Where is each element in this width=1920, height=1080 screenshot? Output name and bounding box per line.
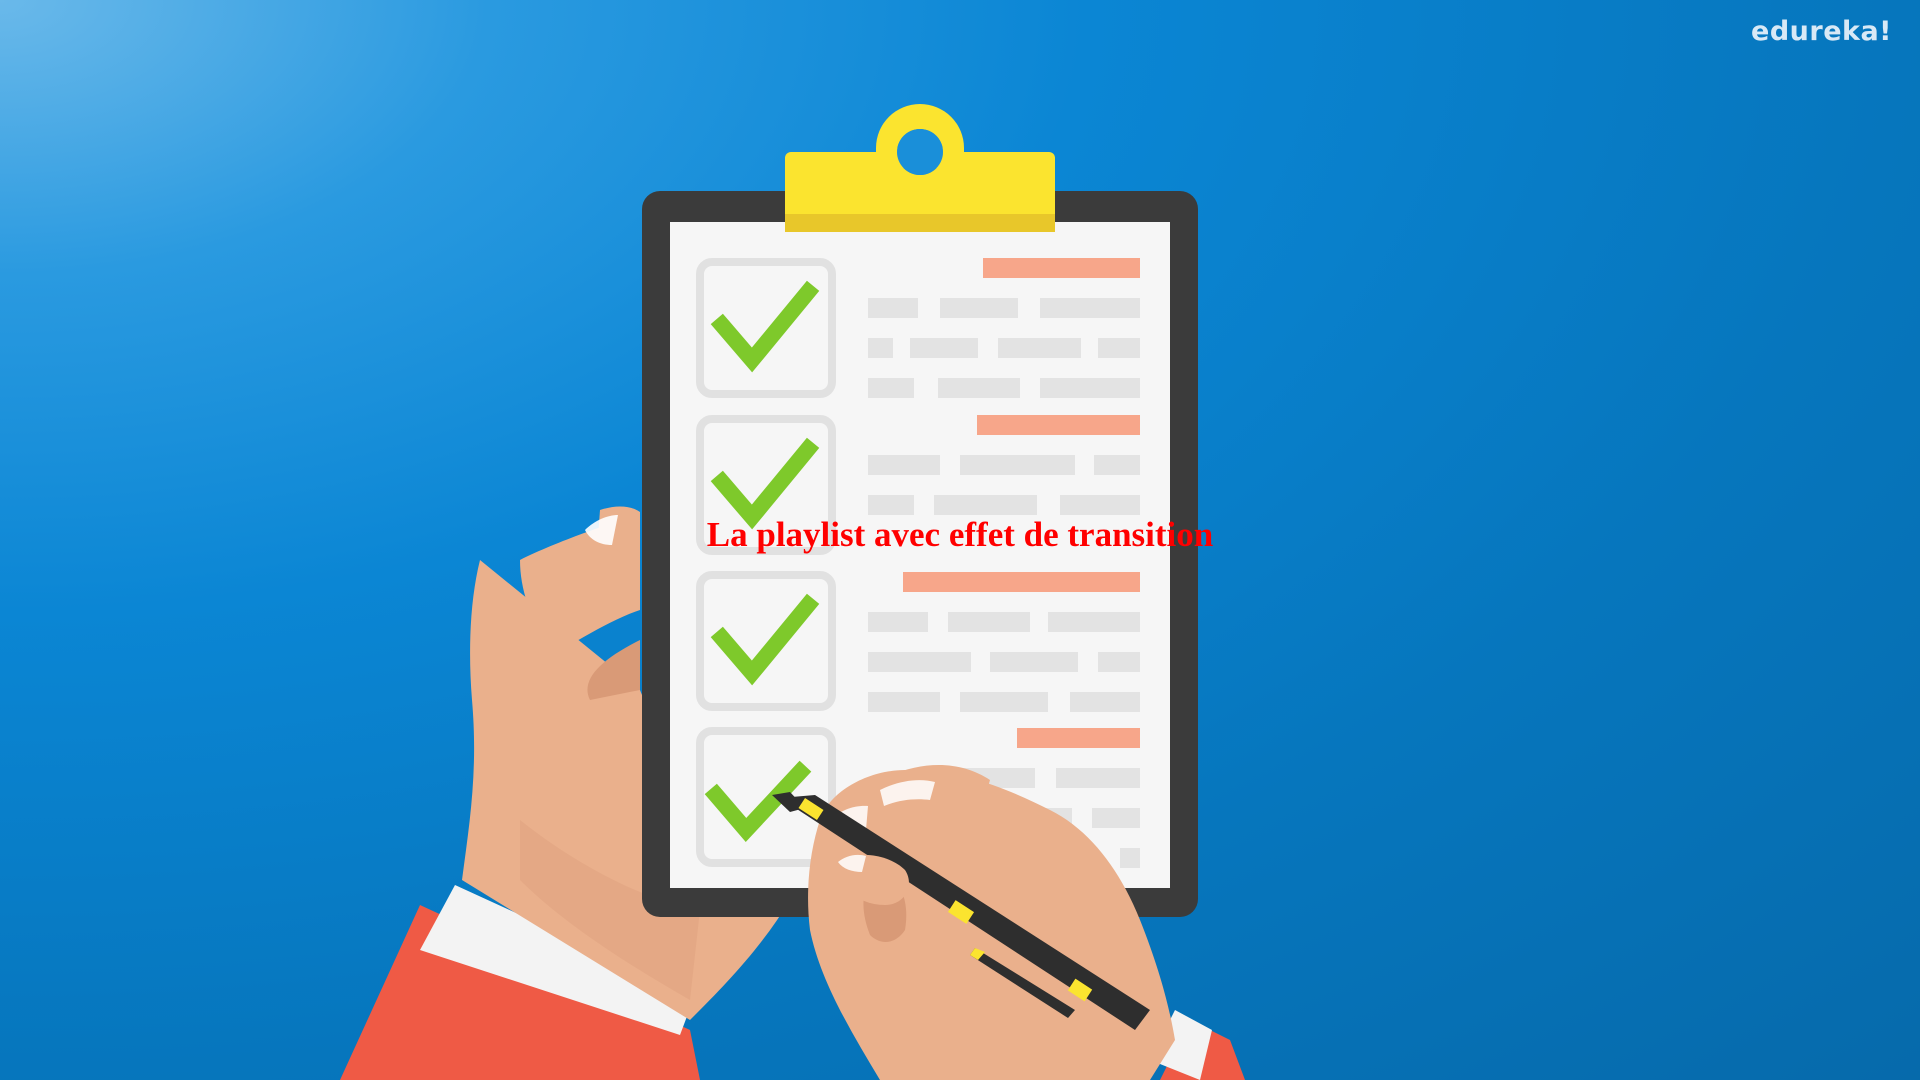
video-caption: La playlist avec effet de transition [706, 515, 1214, 554]
video-frame: edureka! La playlist avec effet de trans… [0, 0, 1920, 1080]
clipboard-clip [785, 104, 1055, 232]
brand-logo: edureka! [1751, 16, 1892, 47]
